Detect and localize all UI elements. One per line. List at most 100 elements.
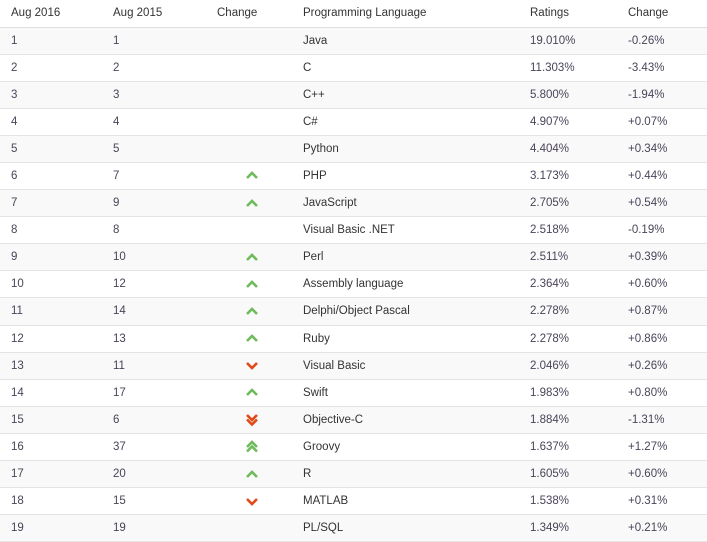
cell-delta: +0.07% <box>617 108 707 136</box>
cell-rank-prev: 11 <box>104 352 210 380</box>
double-chevron-up-icon <box>246 440 258 453</box>
cell-language[interactable]: Visual Basic <box>294 352 519 380</box>
table-row[interactable]: 10 12 Assembly language 2.364% +0.60% <box>0 270 707 299</box>
cell-rank-prev: 7 <box>104 162 210 191</box>
cell-ratings: 2.278% <box>519 297 617 326</box>
cell-rank-now: 10 <box>0 270 104 299</box>
cell-language[interactable]: PHP <box>294 162 519 191</box>
chevron-up-icon <box>246 388 258 397</box>
cell-language[interactable]: C <box>294 54 519 82</box>
cell-language[interactable]: Java <box>294 27 519 55</box>
chevron-up-icon <box>246 198 258 208</box>
table-row[interactable]: 19 19 PL/SQL 1.349% +0.21% <box>0 514 707 542</box>
cell-language[interactable]: Visual Basic .NET <box>294 216 519 245</box>
cell-rank-prev: 9 <box>104 189 210 218</box>
cell-language[interactable]: Objective-C <box>294 406 519 434</box>
cell-ratings: 2.278% <box>519 325 617 353</box>
cell-language[interactable]: MATLAB <box>294 487 519 516</box>
cell-language[interactable]: C++ <box>294 81 519 109</box>
table-row[interactable]: 2 2 C 11.303% -3.43% <box>0 54 707 82</box>
table-row[interactable]: 17 20 R 1.605% +0.60% <box>0 460 707 489</box>
column-header-language: Programming Language <box>294 0 519 28</box>
cell-change-indicator <box>210 270 294 299</box>
cell-ratings: 2.705% <box>519 189 617 218</box>
table-row[interactable]: 9 10 Perl 2.511% +0.39% <box>0 243 707 272</box>
cell-rank-now: 9 <box>0 243 104 272</box>
table-row[interactable]: 1 1 Java 19.010% -0.26% <box>0 27 707 55</box>
cell-delta: +0.26% <box>617 352 707 380</box>
table-row[interactable]: 14 17 Swift 1.983% +0.80% <box>0 379 707 407</box>
cell-delta: +0.80% <box>617 379 707 407</box>
cell-language[interactable]: JavaScript <box>294 189 519 218</box>
table-row[interactable]: 3 3 C++ 5.800% -1.94% <box>0 81 707 109</box>
cell-rank-now: 1 <box>0 27 104 55</box>
cell-ratings: 1.983% <box>519 379 617 407</box>
table-row[interactable]: 7 9 JavaScript 2.705% +0.54% <box>0 189 707 218</box>
cell-delta: -0.26% <box>617 27 707 55</box>
cell-rank-prev: 3 <box>104 81 210 109</box>
table-row[interactable]: 16 37 Groovy 1.637% +1.27% <box>0 433 707 462</box>
cell-ratings: 2.046% <box>519 352 617 380</box>
cell-language[interactable]: Ruby <box>294 325 519 353</box>
table-row[interactable]: 6 7 PHP 3.173% +0.44% <box>0 162 707 191</box>
cell-delta: -1.94% <box>617 81 707 109</box>
cell-language[interactable]: Assembly language <box>294 270 519 299</box>
table-row[interactable]: 12 13 Ruby 2.278% +0.86% <box>0 325 707 353</box>
cell-language[interactable]: Perl <box>294 243 519 272</box>
table-row[interactable]: 4 4 C# 4.907% +0.07% <box>0 108 707 136</box>
cell-ratings: 5.800% <box>519 81 617 109</box>
cell-language[interactable]: Swift <box>294 379 519 407</box>
cell-change-indicator <box>210 352 294 380</box>
double-chevron-down-icon <box>246 413 258 427</box>
cell-rank-now: 12 <box>0 325 104 353</box>
cell-language[interactable]: R <box>294 460 519 489</box>
cell-rank-prev: 20 <box>104 460 210 489</box>
column-header-rank-prev: Aug 2015 <box>104 0 210 28</box>
table-row[interactable]: 18 15 MATLAB 1.538% +0.31% <box>0 487 707 516</box>
cell-language[interactable]: C# <box>294 108 519 136</box>
cell-rank-prev: 1 <box>104 27 210 55</box>
cell-delta: +0.86% <box>617 325 707 353</box>
cell-language[interactable]: Groovy <box>294 433 519 462</box>
cell-ratings: 3.173% <box>519 162 617 191</box>
cell-language[interactable]: Delphi/Object Pascal <box>294 297 519 326</box>
cell-language[interactable]: PL/SQL <box>294 514 519 542</box>
cell-rank-prev: 13 <box>104 325 210 353</box>
programming-language-ranking-table: Aug 2016 Aug 2015 Change Programming Lan… <box>0 0 707 542</box>
cell-rank-prev: 5 <box>104 135 210 163</box>
cell-rank-now: 3 <box>0 81 104 109</box>
cell-rank-prev: 17 <box>104 379 210 407</box>
cell-rank-now: 13 <box>0 352 104 380</box>
cell-ratings: 2.511% <box>519 243 617 272</box>
table-row[interactable]: 8 8 Visual Basic .NET 2.518% -0.19% <box>0 216 707 245</box>
chevron-up-icon <box>246 334 258 343</box>
cell-ratings: 2.518% <box>519 216 617 245</box>
cell-rank-now: 18 <box>0 487 104 516</box>
cell-rank-now: 6 <box>0 162 104 191</box>
cell-delta: +0.39% <box>617 243 707 272</box>
cell-rank-now: 7 <box>0 189 104 218</box>
cell-delta: +1.27% <box>617 433 707 462</box>
cell-change-indicator <box>210 108 294 136</box>
cell-change-indicator <box>210 216 294 245</box>
cell-delta: -0.19% <box>617 216 707 245</box>
cell-rank-now: 2 <box>0 54 104 82</box>
cell-delta: +0.31% <box>617 487 707 516</box>
table-body: 1 1 Java 19.010% -0.26% 2 2 C 11.303% -3.43% 3 3 C++… <box>0 27 707 542</box>
cell-rank-prev: 8 <box>104 216 210 245</box>
cell-language[interactable]: Python <box>294 135 519 163</box>
cell-ratings: 2.364% <box>519 270 617 299</box>
table-row[interactable]: 5 5 Python 4.404% +0.34% <box>0 135 707 163</box>
cell-rank-prev: 10 <box>104 243 210 272</box>
table-row[interactable]: 11 14 Delphi/Object Pascal 2.278% +0.87% <box>0 297 707 326</box>
table-row[interactable]: 13 11 Visual Basic 2.046% +0.26% <box>0 352 707 380</box>
chevron-up-icon <box>246 252 258 262</box>
column-header-ratings: Ratings <box>519 0 617 28</box>
cell-ratings: 4.907% <box>519 108 617 136</box>
cell-delta: +0.21% <box>617 514 707 542</box>
cell-delta: +0.44% <box>617 162 707 191</box>
table-header-row: Aug 2016 Aug 2015 Change Programming Lan… <box>0 0 707 28</box>
cell-change-indicator <box>210 379 294 407</box>
table-row[interactable]: 15 6 Objective-C 1.884% -1.31% <box>0 406 707 434</box>
cell-rank-now: 16 <box>0 433 104 462</box>
